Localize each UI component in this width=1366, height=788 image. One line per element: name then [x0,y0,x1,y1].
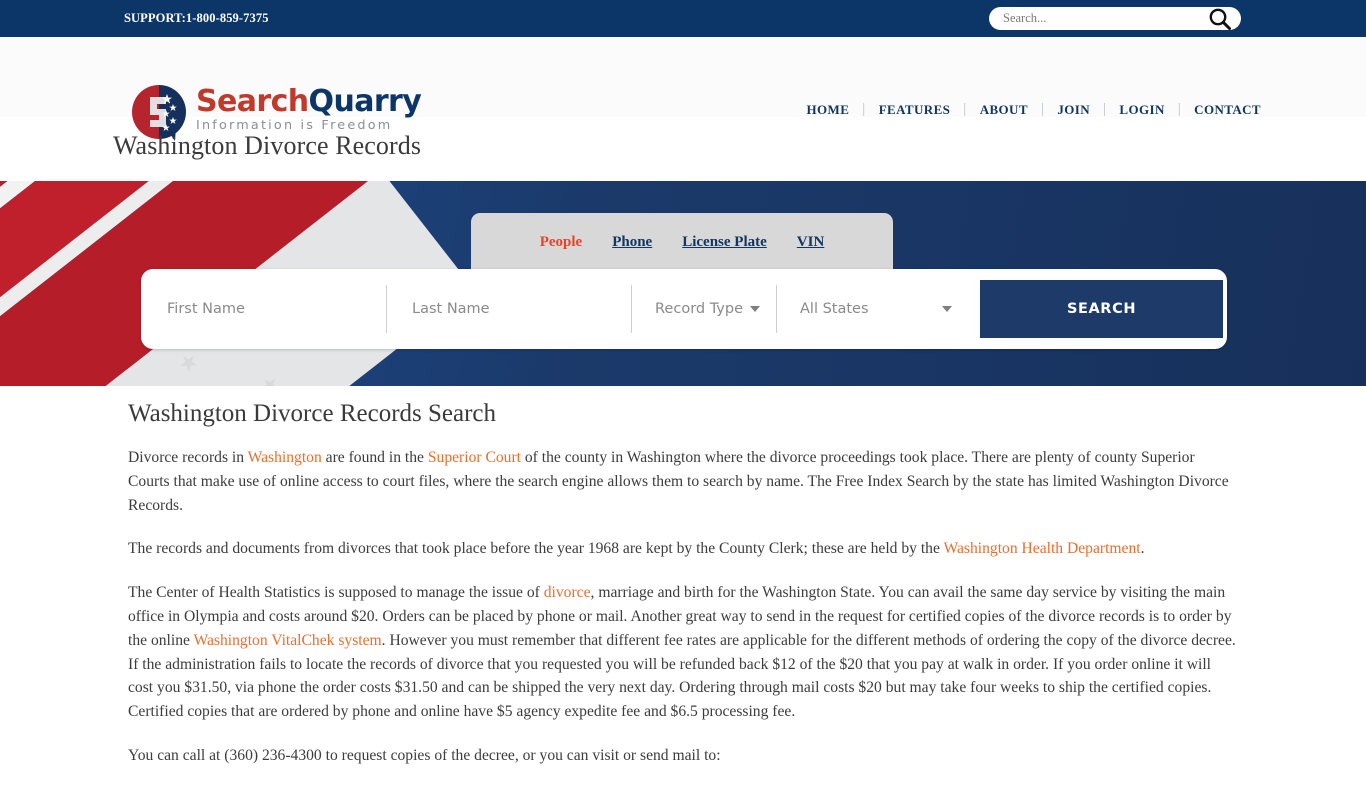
first-name-field[interactable] [141,283,386,335]
first-name-input[interactable] [165,300,386,318]
link-superior-court[interactable]: Superior Court [428,449,521,466]
page-title: Washington Divorce Records [113,131,422,160]
state-label: All States [800,301,869,317]
record-type-dropdown[interactable]: Record Type [631,283,776,335]
site-search-submit-button[interactable] [1205,5,1235,33]
site-search-box[interactable] [989,7,1241,30]
nav-item-home[interactable]: HOME [794,102,863,118]
logo-word-search: Search [196,84,309,119]
last-name-field[interactable] [386,283,631,335]
main-navigation: HOME | FEATURES | ABOUT | JOIN | LOGIN |… [794,101,1274,118]
search-icon [1209,8,1231,30]
logo-word-quarry: Quarry [308,84,422,119]
link-divorce[interactable]: divorce [544,584,591,601]
link-washington[interactable]: Washington [248,449,322,466]
content-heading: Washington Divorce Records Search [128,400,497,427]
p3-text-a: The Center of Health Statistics is suppo… [128,584,544,602]
search-button[interactable]: SEARCH [980,280,1223,338]
chevron-down-icon [750,306,761,312]
nav-item-about[interactable]: ABOUT [967,102,1041,118]
nav-item-features[interactable]: FEATURES [866,102,964,118]
paragraph-1: Divorce records in Washington are found … [128,446,1240,517]
record-type-label: Record Type [655,301,744,317]
tab-license-plate[interactable]: License Plate [682,234,767,251]
nav-item-contact[interactable]: CONTACT [1181,102,1274,118]
link-washington-vitalchek-system[interactable]: Washington VitalChek system [194,632,382,649]
nav-item-login[interactable]: LOGIN [1106,102,1177,118]
p2-text-a: The records and documents from divorces … [128,540,944,558]
p1-text-b: are found in the [321,449,428,466]
p1-text-a: Divorce records in [128,449,248,466]
tab-vin[interactable]: VIN [797,234,825,251]
support-bar: SUPPORT:1-800-859-7375 [0,0,1366,37]
p2-text-b: . [1140,540,1145,558]
tab-phone[interactable]: Phone [612,234,652,251]
chevron-down-icon [942,306,952,312]
link-washington-health-department[interactable]: Washington Health Department [944,540,1141,557]
article-content: Washington Divorce Records Search Divorc… [128,400,1240,788]
site-header: SearchQuarry Information is Freedom HOME… [0,37,1366,141]
site-search-input[interactable] [1001,10,1191,27]
nav-item-join[interactable]: JOIN [1044,102,1103,118]
state-dropdown[interactable]: All States [776,283,966,335]
paragraph-2: The records and documents from divorces … [128,537,1240,561]
support-phone-label: SUPPORT:1-800-859-7375 [124,11,269,25]
search-type-tabs: People Phone License Plate VIN [471,213,893,271]
people-search-form: Record Type All States SEARCH [141,269,1227,349]
paragraph-4: You can call at (360) 236-4300 to reques… [128,746,721,764]
paragraph-3: The Center of Health Statistics is suppo… [128,581,1240,724]
tab-people[interactable]: People [540,234,583,251]
last-name-input[interactable] [410,300,631,318]
